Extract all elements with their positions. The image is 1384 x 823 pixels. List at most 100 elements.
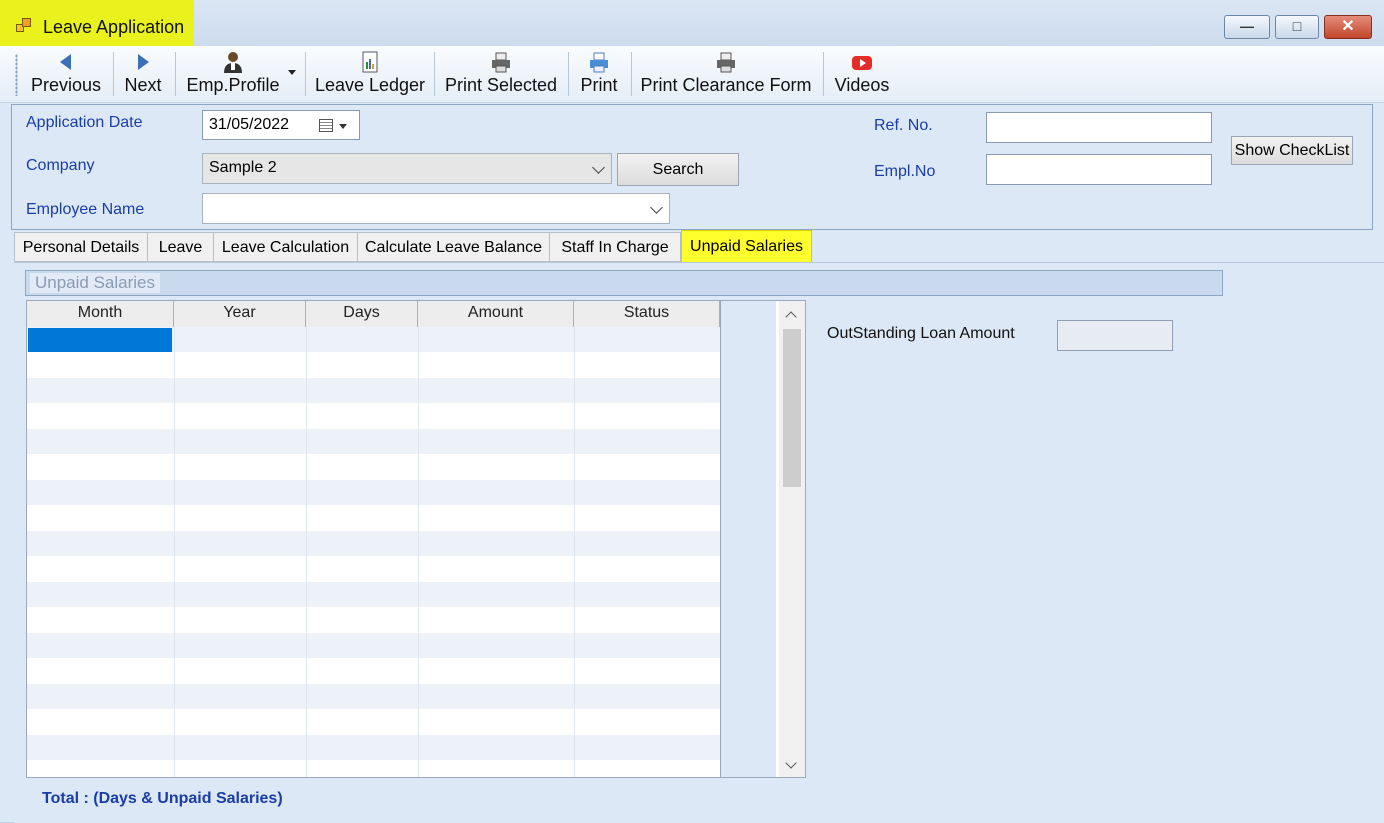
grid-column-line xyxy=(174,327,175,777)
total-label: Total : (Days & Unpaid Salaries) xyxy=(42,790,283,807)
next-label: Next xyxy=(124,75,162,95)
company-value: Sample 2 xyxy=(209,159,277,176)
column-header-month[interactable]: Month xyxy=(27,301,174,327)
printer-icon xyxy=(717,52,735,73)
print-selected-label: Print Selected xyxy=(444,75,558,95)
person-icon xyxy=(224,52,242,73)
previous-label: Previous xyxy=(30,75,102,95)
tab-personal-details[interactable]: Personal Details xyxy=(14,232,148,262)
table-row[interactable] xyxy=(27,582,720,607)
application-date-label: Application Date xyxy=(26,114,143,131)
unpaid-salaries-group: Unpaid Salaries xyxy=(25,270,1223,296)
print-clearance-form-button[interactable]: Print Clearance Form xyxy=(638,46,814,102)
toolbar: Previous Next Emp.Profile Leave Ledger P… xyxy=(0,46,1384,103)
table-row[interactable] xyxy=(27,429,720,454)
table-row[interactable] xyxy=(27,506,720,531)
table-row[interactable] xyxy=(27,404,720,429)
calendar-icon[interactable] xyxy=(319,119,333,132)
tab-leave[interactable]: Leave xyxy=(147,232,214,262)
employee-name-select[interactable] xyxy=(202,193,670,224)
close-button[interactable]: ✕ xyxy=(1324,15,1372,39)
tab-staff-in-charge[interactable]: Staff In Charge xyxy=(549,232,681,262)
maximize-button[interactable]: □ xyxy=(1275,15,1319,39)
column-header-days[interactable]: Days xyxy=(306,301,418,327)
table-row[interactable] xyxy=(27,684,720,709)
minimize-icon: — xyxy=(1240,18,1254,34)
application-date-picker[interactable]: 31/05/2022 xyxy=(202,110,360,140)
empl-no-label: Empl.No xyxy=(874,163,936,180)
table-row[interactable] xyxy=(27,633,720,658)
next-button[interactable]: Next xyxy=(118,46,168,102)
print-label: Print xyxy=(580,75,618,95)
table-row[interactable] xyxy=(27,659,720,684)
leave-application-window: Leave Application — □ ✕ Previous Next Em… xyxy=(0,0,1384,823)
scroll-thumb[interactable] xyxy=(783,329,801,487)
application-date-value: 31/05/2022 xyxy=(209,116,290,133)
ref-no-label: Ref. No. xyxy=(874,117,933,134)
table-row[interactable] xyxy=(27,531,720,556)
emp-profile-label: Emp.Profile xyxy=(186,75,280,95)
scroll-up-icon[interactable] xyxy=(785,311,797,323)
grid-vertical-scrollbar[interactable] xyxy=(779,301,805,777)
arrow-left-icon xyxy=(60,54,71,70)
title-bar: Leave Application — □ ✕ xyxy=(0,0,1384,46)
leave-ledger-button[interactable]: Leave Ledger xyxy=(312,46,428,102)
emp-profile-button[interactable]: Emp.Profile xyxy=(180,46,286,102)
tab-unpaid-salaries[interactable]: Unpaid Salaries xyxy=(681,230,812,263)
youtube-icon xyxy=(852,56,872,70)
table-row[interactable] xyxy=(27,735,720,760)
selected-cell[interactable] xyxy=(28,328,172,352)
column-header-status[interactable]: Status xyxy=(574,301,720,327)
leave-ledger-label: Leave Ledger xyxy=(314,75,426,95)
table-row[interactable] xyxy=(27,761,720,778)
search-button[interactable]: Search xyxy=(617,153,739,186)
toolbar-separator xyxy=(113,52,114,96)
grid-column-line xyxy=(306,327,307,777)
print-button[interactable]: Print xyxy=(574,46,624,102)
outstanding-loan-field xyxy=(1057,320,1173,351)
emp-profile-dropdown-icon[interactable] xyxy=(288,70,296,75)
toolbar-separator xyxy=(568,52,569,96)
printer-icon xyxy=(590,52,608,73)
calendar-dropdown-icon[interactable] xyxy=(339,124,347,129)
empl-no-input[interactable] xyxy=(986,154,1212,185)
window-title: Leave Application xyxy=(43,17,185,37)
minimize-button[interactable]: — xyxy=(1224,15,1270,39)
table-row[interactable] xyxy=(27,608,720,633)
company-select[interactable]: Sample 2 xyxy=(202,153,612,184)
app-window-icon xyxy=(16,18,32,32)
unpaid-salaries-grid[interactable]: Month Year Days Amount Status xyxy=(26,300,806,778)
close-icon: ✕ xyxy=(1341,18,1355,35)
table-row[interactable] xyxy=(27,353,720,378)
printer-icon xyxy=(492,52,510,73)
chevron-down-icon xyxy=(650,201,663,214)
company-label: Company xyxy=(26,157,95,174)
application-form-panel: Application Date 31/05/2022 Company Samp… xyxy=(11,104,1373,230)
previous-button[interactable]: Previous xyxy=(24,46,108,102)
column-header-year[interactable]: Year xyxy=(174,301,306,327)
table-row[interactable] xyxy=(27,378,720,403)
show-checklist-button[interactable]: Show CheckList xyxy=(1231,136,1353,165)
arrow-right-icon xyxy=(138,54,149,70)
tab-leave-calculation[interactable]: Leave Calculation xyxy=(213,232,358,262)
toolbar-separator xyxy=(305,52,306,96)
toolbar-grip[interactable] xyxy=(15,54,18,96)
videos-button[interactable]: Videos xyxy=(830,46,894,102)
grid-column-line xyxy=(574,327,575,777)
ref-no-input[interactable] xyxy=(986,112,1212,143)
ledger-icon xyxy=(362,51,378,73)
table-row[interactable] xyxy=(27,455,720,480)
table-row[interactable] xyxy=(27,480,720,505)
grid-column-line xyxy=(418,327,419,777)
column-header-amount[interactable]: Amount xyxy=(418,301,574,327)
toolbar-separator xyxy=(434,52,435,96)
print-clearance-form-label: Print Clearance Form xyxy=(640,75,812,95)
print-selected-button[interactable]: Print Selected xyxy=(440,46,562,102)
scroll-down-icon[interactable] xyxy=(785,757,797,769)
tab-calculate-leave-balance[interactable]: Calculate Leave Balance xyxy=(357,232,550,262)
employee-name-label: Employee Name xyxy=(26,201,145,218)
grid-empty-area xyxy=(720,301,776,777)
table-row[interactable] xyxy=(27,710,720,735)
videos-label: Videos xyxy=(834,75,890,95)
table-row[interactable] xyxy=(27,557,720,582)
